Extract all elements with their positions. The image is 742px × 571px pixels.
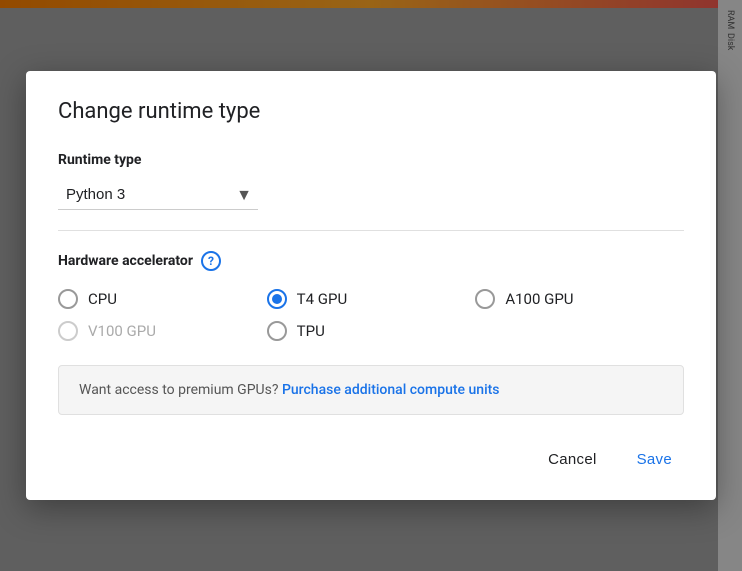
radio-cpu-label: CPU: [88, 290, 117, 308]
radio-t4gpu-label: T4 GPU: [297, 290, 348, 308]
radio-v100gpu-circle: [58, 321, 78, 341]
save-button[interactable]: Save: [625, 443, 684, 476]
runtime-type-label: Runtime type: [58, 152, 684, 168]
dialog-footer: Cancel Save: [58, 443, 684, 476]
hardware-options-grid: CPU T4 GPU A100 GPU V100 GPU TPU: [58, 289, 684, 341]
radio-option-v100gpu: V100 GPU: [58, 321, 267, 341]
section-divider: [58, 230, 684, 231]
radio-option-cpu[interactable]: CPU: [58, 289, 267, 309]
radio-t4gpu-circle: [267, 289, 287, 309]
info-box-link[interactable]: Purchase additional compute units: [282, 382, 500, 398]
hw-label-row: Hardware accelerator ?: [58, 251, 684, 271]
radio-a100gpu-circle: [475, 289, 495, 309]
info-box-text: Want access to premium GPUs?: [79, 382, 278, 398]
radio-tpu-label: TPU: [297, 322, 325, 340]
radio-a100gpu-label: A100 GPU: [505, 290, 573, 308]
radio-cpu-circle: [58, 289, 78, 309]
radio-option-a100gpu[interactable]: A100 GPU: [475, 289, 684, 309]
change-runtime-dialog: Change runtime type Runtime type Python …: [26, 71, 716, 500]
runtime-dropdown-wrapper: Python 3 R ▼: [58, 180, 258, 210]
radio-option-tpu[interactable]: TPU: [267, 321, 476, 341]
runtime-type-select[interactable]: Python 3 R: [58, 180, 258, 210]
help-icon[interactable]: ?: [201, 251, 221, 271]
radio-tpu-circle: [267, 321, 287, 341]
radio-option-t4gpu[interactable]: T4 GPU: [267, 289, 476, 309]
dialog-title: Change runtime type: [58, 99, 684, 124]
cancel-button[interactable]: Cancel: [536, 443, 609, 476]
radio-v100gpu-label: V100 GPU: [88, 322, 156, 340]
hw-accelerator-label: Hardware accelerator: [58, 253, 193, 269]
radio-t4gpu-inner: [272, 294, 282, 304]
info-box: Want access to premium GPUs? Purchase ad…: [58, 365, 684, 415]
